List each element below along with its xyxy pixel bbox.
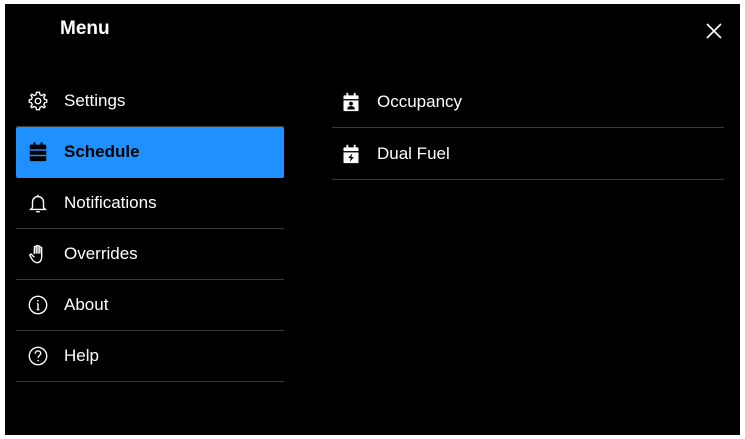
calendar-person-icon xyxy=(340,91,362,113)
schedule-submenu: Occupancy Dual Fuel xyxy=(332,76,724,180)
sidebar: Settings Schedule Notifications Override… xyxy=(16,76,284,382)
question-icon xyxy=(25,343,51,369)
close-button[interactable] xyxy=(702,19,726,43)
sidebar-item-notifications[interactable]: Notifications xyxy=(16,178,284,229)
info-icon xyxy=(25,292,51,318)
sidebar-item-settings[interactable]: Settings xyxy=(16,76,284,127)
sidebar-item-label: Schedule xyxy=(64,142,140,161)
sidebar-item-overrides[interactable]: Overrides xyxy=(16,229,284,280)
submenu-item-label: Dual Fuel xyxy=(377,143,450,163)
menu-screen: Menu Settings Schedule Notifications Ove… xyxy=(5,4,740,435)
sidebar-item-schedule[interactable]: Schedule xyxy=(16,127,284,178)
page-title: Menu xyxy=(60,18,110,39)
hand-icon xyxy=(25,241,51,267)
sidebar-item-label: About xyxy=(64,295,109,314)
close-icon xyxy=(706,23,722,39)
gear-icon xyxy=(25,88,51,114)
sidebar-item-label: Overrides xyxy=(64,244,138,263)
submenu-item-label: Occupancy xyxy=(377,91,463,111)
submenu-item-occupancy[interactable]: Occupancy xyxy=(332,76,724,128)
submenu-item-dual-fuel[interactable]: Dual Fuel xyxy=(332,128,724,180)
sidebar-item-about[interactable]: About xyxy=(16,280,284,331)
calendar-icon xyxy=(25,139,51,165)
calendar-bolt-icon xyxy=(340,143,362,165)
bell-icon xyxy=(25,190,51,216)
sidebar-item-help[interactable]: Help xyxy=(16,331,284,382)
sidebar-item-label: Settings xyxy=(64,91,126,110)
sidebar-item-label: Notifications xyxy=(64,193,157,212)
sidebar-item-label: Help xyxy=(64,346,99,365)
